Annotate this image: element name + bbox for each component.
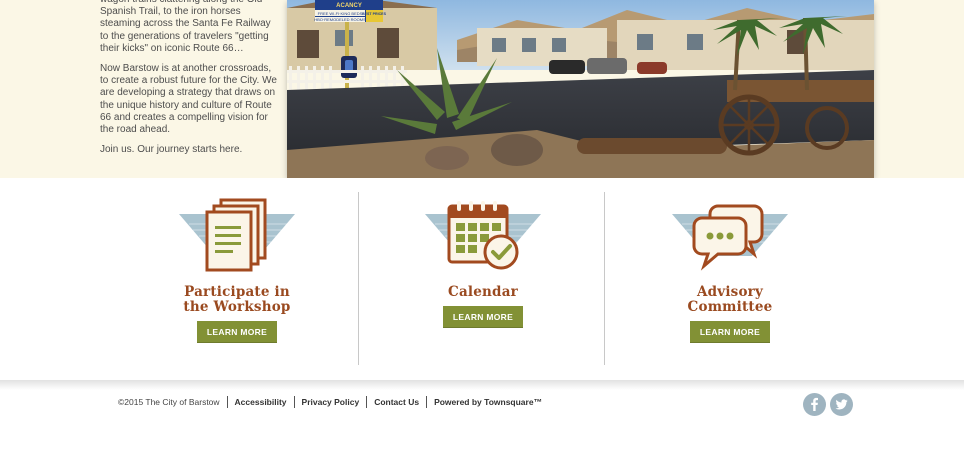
site-footer: ©2015 The City of Barstow Accessibility Pr… <box>0 380 964 455</box>
card-title-line-1: Participate in <box>184 284 290 300</box>
calendar-learn-more-button[interactable]: LEARN MORE <box>443 306 523 328</box>
twitter-icon[interactable] <box>830 393 853 416</box>
sign-badge-text: BEST PRICES <box>362 12 387 16</box>
hero-intro-text: wagon trains clattering along the Old Sp… <box>100 0 278 164</box>
card-title-line-2: Committee <box>687 299 773 315</box>
hero-banner: wagon trains clattering along the Old Sp… <box>0 0 964 178</box>
sign-vacancy-text: ACANCY <box>336 3 362 9</box>
privacy-policy-link[interactable]: Privacy Policy <box>295 396 368 408</box>
route66-motel-photo: ACANCY FREE WI-FI·KING BEDS HBO·REMODELE… <box>287 0 874 178</box>
speech-bubbles-icon <box>672 198 788 278</box>
hero-paragraph-2: Now Barstow is at another crossroads, to… <box>100 63 277 136</box>
card-title-calendar: Calendar <box>363 285 603 300</box>
advisory-learn-more-button[interactable]: LEARN MORE <box>690 321 770 343</box>
sign-line-3: HBO·REMODELED ROOMS <box>314 17 366 22</box>
card-title-line-1: Calendar <box>448 284 518 300</box>
documents-icon <box>179 198 295 278</box>
card-advisory-committee: Advisory Committee LEARN MORE <box>610 178 850 380</box>
calendar-check-icon <box>425 198 541 278</box>
hero-paragraph-3: Join us. Our journey starts here. <box>100 144 243 156</box>
feature-cards: Participate in the Workshop LEARN MORE C… <box>0 178 964 380</box>
sign-line-2: FREE WI-FI·KING BEDS <box>318 11 363 16</box>
card-title-workshop: Participate in the Workshop <box>117 285 357 315</box>
accessibility-link[interactable]: Accessibility <box>228 396 295 408</box>
card-divider <box>604 192 605 365</box>
card-title-line-1: Advisory <box>696 284 764 300</box>
footer-links: ©2015 The City of Barstow Accessibility Pr… <box>118 396 549 408</box>
hero-paragraph-1: wagon trains clattering along the Old Sp… <box>100 0 271 54</box>
workshop-learn-more-button[interactable]: LEARN MORE <box>197 321 277 343</box>
card-divider <box>358 192 359 365</box>
card-title-advisory: Advisory Committee <box>610 285 850 315</box>
card-calendar: Calendar LEARN MORE <box>363 178 603 380</box>
copyright-text: ©2015 The City of Barstow <box>118 396 228 408</box>
facebook-icon[interactable] <box>803 393 826 416</box>
card-title-line-2: the Workshop <box>183 299 291 315</box>
contact-us-link[interactable]: Contact Us <box>367 396 428 408</box>
townsquare-link[interactable]: Powered by Townsquare™ <box>427 396 549 408</box>
card-workshop: Participate in the Workshop LEARN MORE <box>117 178 357 380</box>
